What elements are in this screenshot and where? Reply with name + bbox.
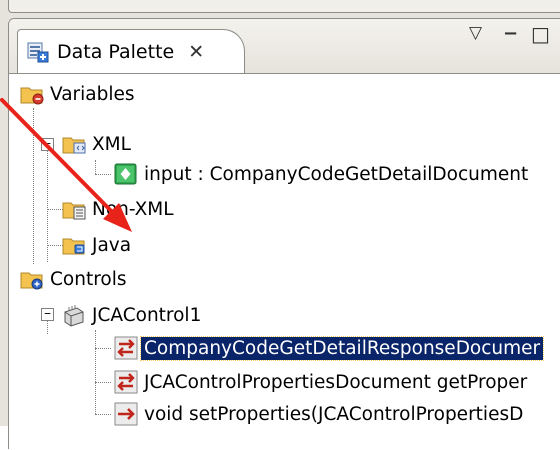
- minimize-icon[interactable]: −: [503, 23, 518, 44]
- tree-guide-xml: [95, 160, 96, 174]
- bidirectional-method-icon: [113, 369, 139, 395]
- top-editor-strip: [0, 0, 560, 20]
- tree-guide-jca: [95, 330, 96, 414]
- tree-item-method-3[interactable]: void setProperties(JCAControlPropertiesD: [113, 399, 523, 429]
- tree-item-method-1[interactable]: CompanyCodeGetDetailResponseDocumer: [113, 333, 545, 363]
- tree-guide-input: [95, 174, 111, 175]
- variables-folder-icon: [19, 81, 45, 107]
- tree-label-xml: XML: [92, 133, 131, 155]
- control-icon: [61, 302, 87, 328]
- tree-item-controls[interactable]: Controls: [19, 264, 127, 294]
- tree-label-method-1: CompanyCodeGetDetailResponseDocumer: [139, 335, 545, 361]
- tree-item-input[interactable]: input : CompanyCodeGetDetailDocument: [113, 159, 528, 189]
- view-controls: ▽ − □: [441, 22, 560, 59]
- tree-guide-m1: [95, 348, 111, 349]
- tree-label-java: Java: [92, 234, 132, 256]
- data-palette-tab[interactable]: Data Palette ✕: [17, 29, 245, 74]
- tree-item-variables[interactable]: Variables: [19, 79, 135, 109]
- method-arrow-icon: [113, 401, 139, 427]
- left-gutter: [0, 0, 8, 426]
- bidirectional-method-icon: [113, 335, 139, 361]
- view-header: Data Palette ✕ ▽ − □: [9, 19, 560, 74]
- view-menu-icon[interactable]: ▽: [469, 23, 482, 43]
- tree-label-controls: Controls: [50, 268, 127, 290]
- tree-label-non-xml: Non-XML: [92, 198, 174, 220]
- tree-guide-m3: [95, 414, 111, 415]
- maximize-icon[interactable]: □: [531, 22, 550, 46]
- collapse-jca-toggle[interactable]: −: [41, 308, 54, 321]
- tree-label-method-2: JCAControlPropertiesDocument getProper: [144, 371, 528, 393]
- close-icon[interactable]: ✕: [188, 41, 204, 63]
- data-palette-icon: [27, 41, 49, 63]
- tree-guide-m2: [95, 382, 111, 383]
- tree-label-input: input : CompanyCodeGetDetailDocument: [144, 163, 529, 185]
- tree-item-jca-control[interactable]: JCAControl1: [61, 300, 201, 330]
- controls-folder-icon: [19, 266, 45, 292]
- tab-title: Data Palette: [57, 41, 175, 63]
- xml-variable-icon: [113, 161, 139, 187]
- tree-item-java[interactable]: Java: [61, 230, 131, 260]
- editor-border: [8, 0, 560, 13]
- collapse-xml-toggle[interactable]: −: [41, 138, 54, 151]
- tree-item-method-2[interactable]: JCAControlPropertiesDocument getProper: [113, 367, 527, 397]
- tree-label-variables: Variables: [50, 83, 135, 105]
- tree-label-jca-control: JCAControl1: [92, 304, 202, 326]
- tree-item-xml[interactable]: XML: [61, 129, 131, 159]
- xml-folder-icon: [61, 131, 87, 157]
- non-xml-folder-icon: [61, 196, 87, 222]
- data-palette-view: Data Palette ✕ ▽ − □ Variables − XML inp…: [8, 18, 560, 450]
- tree-label-method-3: void setProperties(JCAControlPropertiesD: [144, 403, 524, 425]
- java-folder-icon: [61, 232, 87, 258]
- palette-tree: Variables − XML input : CompanyCodeGetDe…: [9, 73, 560, 450]
- tree-guide-root: [33, 108, 34, 264]
- tree-item-non-xml[interactable]: Non-XML: [61, 194, 174, 224]
